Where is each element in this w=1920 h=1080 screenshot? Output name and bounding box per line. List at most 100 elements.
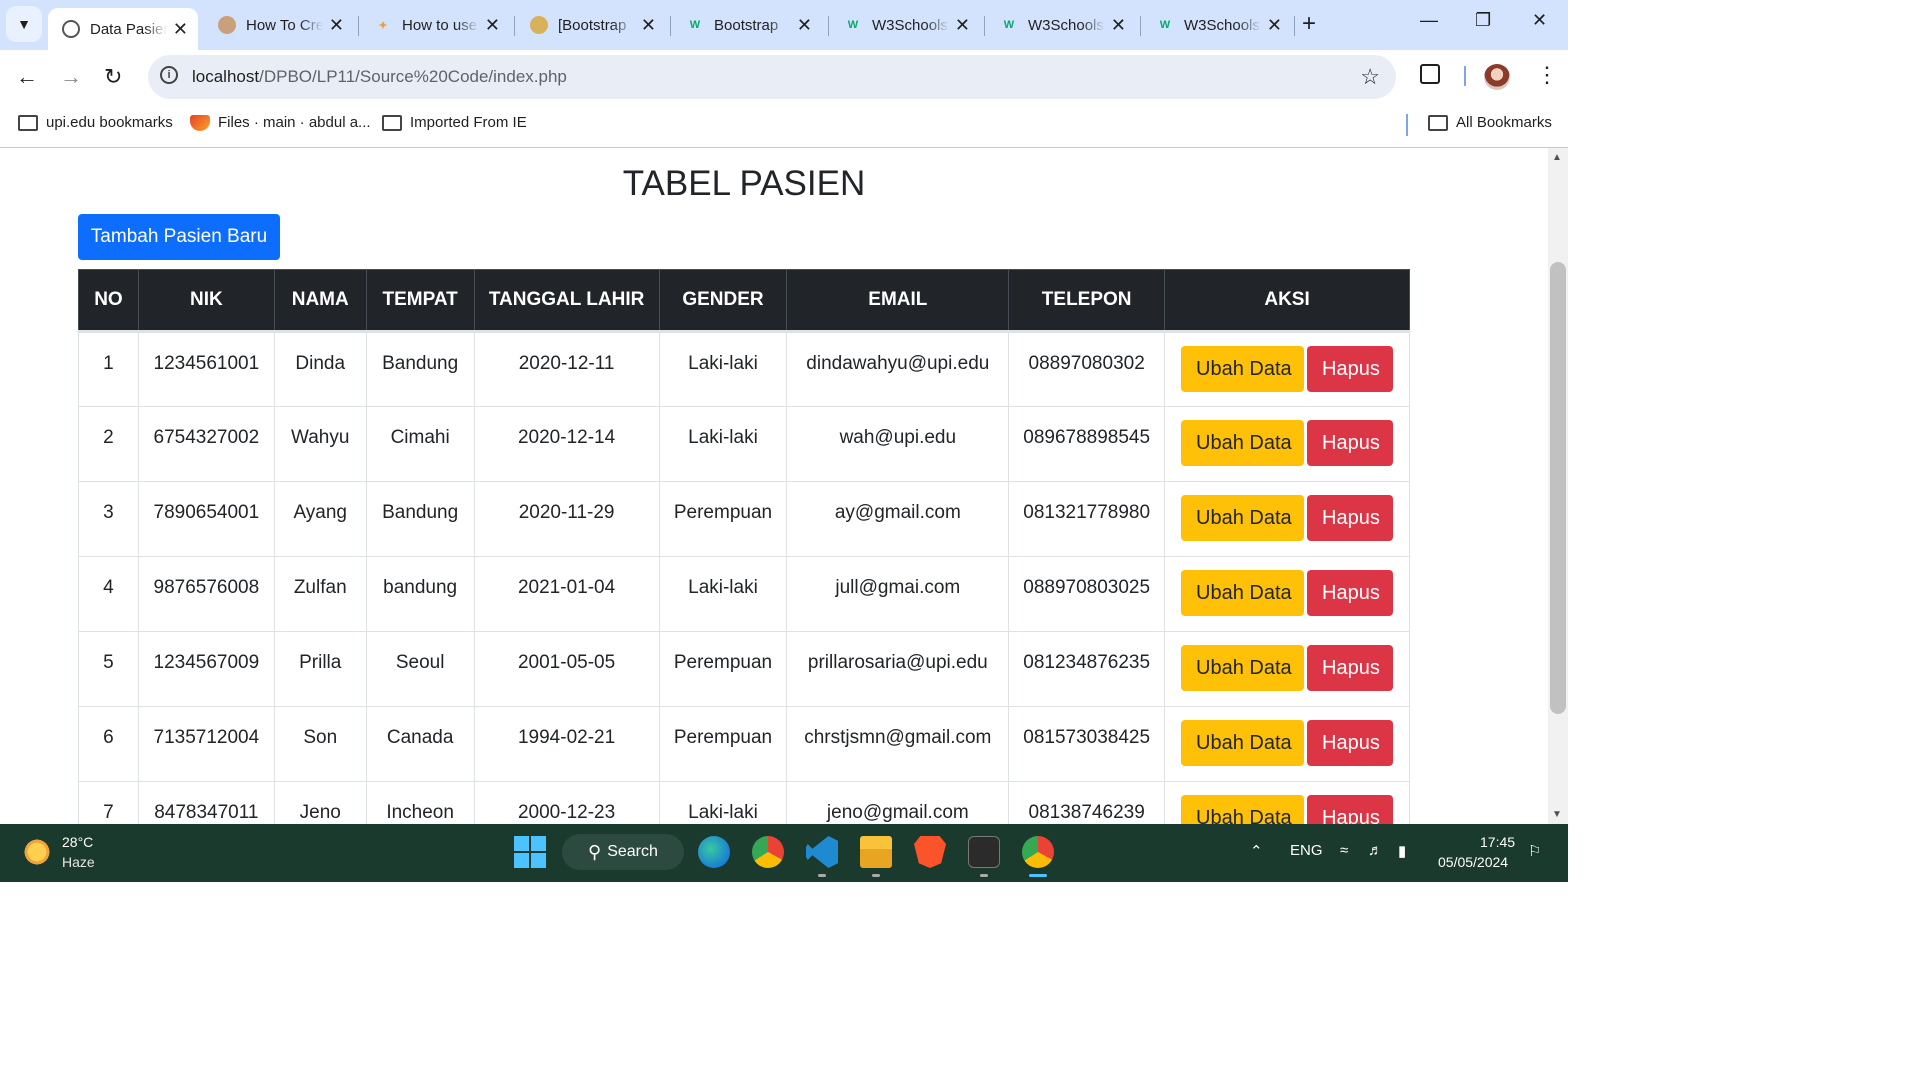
bookmark-folder-imported[interactable]: Imported From IE	[382, 114, 527, 131]
cell-no: 1	[78, 331, 139, 407]
cell-aksi: Ubah Data Hapus	[1164, 331, 1410, 407]
edit-button[interactable]: Ubah Data	[1181, 570, 1305, 616]
column-header-nik: NIK	[137, 269, 275, 333]
globe-icon	[62, 20, 80, 38]
vscode-icon[interactable]	[806, 836, 838, 868]
close-icon[interactable]: ✕	[641, 15, 656, 36]
extensions-icon[interactable]	[1420, 64, 1440, 84]
clock-time[interactable]: 17:45	[1480, 834, 1515, 850]
language-indicator[interactable]: ENG	[1290, 842, 1323, 859]
weather-sun-icon[interactable]	[22, 838, 52, 866]
tab-label: W3Schools	[1028, 16, 1104, 34]
close-icon[interactable]: ✕	[955, 15, 970, 36]
more-menu-icon[interactable]: ⋮	[1536, 64, 1558, 86]
page-scrollbar[interactable]: ▲ ▼	[1548, 148, 1568, 824]
chrome-profile-icon[interactable]	[1022, 836, 1054, 868]
close-icon[interactable]: ✕	[329, 15, 344, 36]
cell-tanggal-lahir: 2020-12-14	[473, 406, 660, 482]
brave-icon[interactable]	[914, 836, 946, 868]
close-icon[interactable]: ✕	[797, 15, 812, 36]
tab-how-to-use[interactable]: ✦ How to use ✕	[360, 8, 510, 42]
tab-w3schools-1[interactable]: W W3Schools ✕	[830, 8, 980, 42]
site-info-icon[interactable]: i	[160, 66, 178, 84]
cell-tanggal-lahir: 2000-12-23	[473, 781, 660, 824]
close-icon[interactable]: ✕	[1267, 15, 1282, 36]
browser-toolbar: ← → ↻ i localhost/DPBO/LP11/Source%20Cod…	[0, 50, 1568, 104]
all-bookmarks-button[interactable]: All Bookmarks	[1428, 114, 1552, 131]
tab-bootstrap-2[interactable]: W Bootstrap ✕	[672, 8, 822, 42]
table-row: 6 7135712004 Son Canada 1994-02-21 Perem…	[78, 706, 1410, 782]
delete-button[interactable]: Hapus	[1307, 495, 1394, 541]
cell-tanggal-lahir: 2020-11-29	[473, 481, 660, 557]
file-explorer-icon[interactable]	[860, 836, 892, 868]
cell-no: 3	[78, 481, 139, 557]
weather-temperature[interactable]: 28°C	[62, 834, 93, 850]
delete-button[interactable]: Hapus	[1307, 720, 1394, 766]
close-icon[interactable]: ✕	[1111, 15, 1126, 36]
tab-search-button[interactable]: ▼	[6, 6, 42, 42]
cell-aksi: Ubah Data Hapus	[1164, 781, 1410, 824]
tab-w3schools-3[interactable]: W W3Schools ✕	[1142, 8, 1292, 42]
cell-nik: 8478347011	[137, 781, 275, 824]
forward-arrow-icon[interactable]: →	[60, 64, 82, 90]
tab-bootstrap-1[interactable]: [Bootstrap ✕	[516, 8, 666, 42]
app-running-indicator	[818, 874, 826, 877]
profile-avatar[interactable]	[1484, 64, 1510, 90]
bookmark-star-icon[interactable]: ☆	[1360, 64, 1380, 90]
url-text[interactable]: localhost/DPBO/LP11/Source%20Code/index.…	[192, 67, 567, 87]
scrollbar-thumb[interactable]	[1550, 262, 1566, 714]
reload-icon[interactable]: ↻	[104, 64, 122, 90]
edit-button[interactable]: Ubah Data	[1181, 720, 1305, 766]
cell-no: 5	[78, 631, 139, 707]
add-patient-button[interactable]: Tambah Pasien Baru	[78, 214, 280, 260]
edit-button[interactable]: Ubah Data	[1181, 346, 1305, 392]
edit-button[interactable]: Ubah Data	[1181, 420, 1305, 466]
clock-date[interactable]: 05/05/2024	[1438, 854, 1508, 870]
edit-button[interactable]: Ubah Data	[1181, 795, 1305, 824]
cell-tempat: Canada	[365, 706, 475, 782]
cell-telepon: 081234876235	[1008, 631, 1166, 707]
column-header-telepon: TELEPON	[1008, 269, 1166, 333]
scroll-down-arrow-icon[interactable]: ▼	[1552, 809, 1562, 820]
window-close-icon[interactable]: ✕	[1532, 10, 1547, 31]
w3schools-icon: W	[689, 19, 701, 31]
close-icon[interactable]: ✕	[173, 19, 188, 40]
bookmark-folder-upi[interactable]: upi.edu bookmarks	[18, 114, 173, 131]
avatar-icon	[218, 16, 236, 34]
chrome-icon[interactable]	[752, 836, 784, 868]
cell-telepon: 08138746239	[1008, 781, 1166, 824]
tab-label: How To Create	[246, 16, 323, 34]
tab-w3schools-2[interactable]: W W3Schools ✕	[986, 8, 1136, 42]
start-windows-icon[interactable]	[514, 836, 546, 868]
weather-description[interactable]: Haze	[62, 854, 95, 870]
back-arrow-icon[interactable]: ←	[16, 64, 38, 90]
tab-data-pasien[interactable]: Data Pasien ✕	[48, 8, 198, 50]
delete-button[interactable]: Hapus	[1307, 795, 1394, 824]
taskbar-search[interactable]: ⚲ Search	[562, 834, 684, 870]
battery-icon[interactable]: ▮	[1398, 842, 1406, 860]
close-icon[interactable]: ✕	[485, 15, 500, 36]
edit-button[interactable]: Ubah Data	[1181, 645, 1305, 691]
edit-button[interactable]: Ubah Data	[1181, 495, 1305, 541]
table-row: 3 7890654001 Ayang Bandung 2020-11-29 Pe…	[78, 481, 1410, 557]
volume-icon[interactable]: ♬	[1368, 842, 1383, 859]
delete-button[interactable]: Hapus	[1307, 346, 1394, 392]
bookmark-gitlab-files[interactable]: Files · main · abdul a...	[190, 114, 371, 131]
wifi-icon[interactable]: ≈	[1340, 842, 1348, 859]
delete-button[interactable]: Hapus	[1307, 570, 1394, 616]
edge-icon[interactable]	[698, 836, 730, 868]
notifications-bell-icon[interactable]: ⚐	[1528, 842, 1541, 860]
delete-button[interactable]: Hapus	[1307, 645, 1394, 691]
minimize-icon[interactable]: —	[1420, 10, 1438, 31]
user-icon	[530, 16, 548, 34]
address-bar[interactable]: i localhost/DPBO/LP11/Source%20Code/inde…	[148, 55, 1396, 99]
tab-divider	[828, 16, 829, 36]
show-hidden-icons-chevron-icon[interactable]: ⌃	[1250, 842, 1263, 860]
terminal-icon[interactable]	[968, 836, 1000, 868]
new-tab-icon[interactable]: +	[1302, 12, 1316, 36]
column-header-nama: NAMA	[273, 269, 367, 333]
scroll-up-arrow-icon[interactable]: ▲	[1552, 152, 1562, 163]
tab-how-to-create[interactable]: How To Create ✕	[204, 8, 354, 42]
restore-icon[interactable]: ❐	[1475, 10, 1491, 31]
delete-button[interactable]: Hapus	[1307, 420, 1394, 466]
